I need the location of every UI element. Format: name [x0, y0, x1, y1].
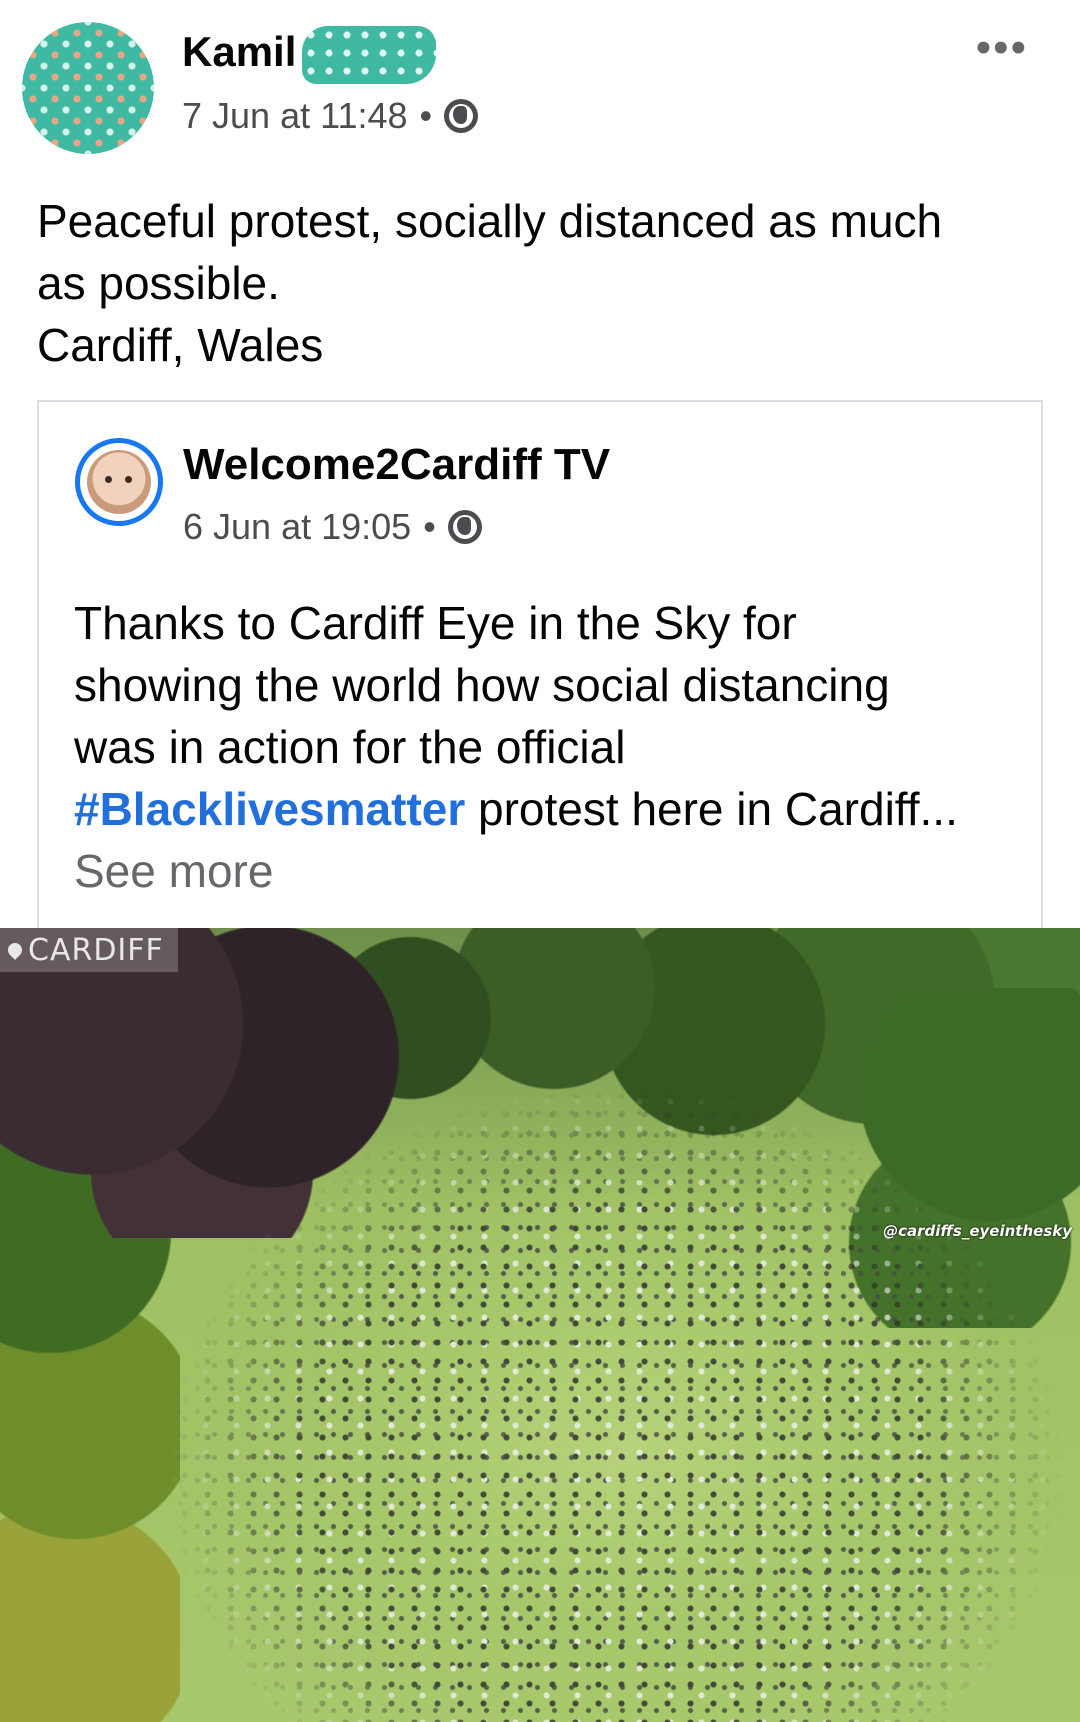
globe-icon: [444, 99, 479, 133]
location-tag: CARDIFF: [0, 928, 178, 972]
post-timestamp[interactable]: 7 Jun at 11:48: [182, 95, 408, 137]
shared-post-meta: 6 Jun at 19:05 •: [183, 506, 482, 548]
author-name[interactable]: Kamil: [182, 28, 296, 76]
author-avatar[interactable]: [22, 22, 154, 154]
shared-post-card[interactable]: Welcome2Cardiff TV 6 Jun at 19:05 • Than…: [37, 400, 1043, 930]
post-text-line: as possible.: [37, 257, 280, 309]
shared-text-line: #Blacklivesmatter protest here in Cardif…: [74, 778, 1034, 840]
shared-author-avatar[interactable]: [75, 438, 163, 526]
more-options-icon[interactable]: •••: [976, 26, 1028, 70]
meta-separator: •: [419, 95, 433, 136]
post-text-line: Peaceful protest, socially distanced as …: [37, 195, 943, 247]
shared-text-line: was in action for the official: [74, 721, 626, 773]
location-label: CARDIFF: [28, 932, 164, 968]
shared-text-rest: protest here in Cardiff...: [465, 783, 958, 835]
crowd: [150, 1048, 1080, 1722]
location-pin-icon: [5, 940, 25, 960]
hashtag-link[interactable]: #Blacklivesmatter: [74, 783, 465, 835]
avatar-face: [87, 450, 151, 514]
post-meta: 7 Jun at 11:48 •: [182, 95, 479, 137]
post-text: Peaceful protest, socially distanced as …: [37, 190, 1037, 376]
globe-icon: [447, 510, 482, 544]
avatar-pattern: [22, 22, 154, 154]
photo-credit: @cardiffs_eyeinthesky: [883, 1222, 1072, 1240]
shared-text-line: showing the world how social distancing: [74, 659, 890, 711]
shared-author-name[interactable]: Welcome2Cardiff TV: [183, 440, 610, 490]
redaction-scribble: [302, 26, 436, 84]
meta-separator: •: [423, 506, 436, 547]
shared-post-text: Thanks to Cardiff Eye in the Sky for sho…: [74, 592, 1034, 902]
shared-text-line: Thanks to Cardiff Eye in the Sky for: [74, 597, 797, 649]
shared-timestamp[interactable]: 6 Jun at 19:05: [183, 506, 411, 548]
see-more-link[interactable]: See more: [74, 840, 1034, 902]
post-text-line: Cardiff, Wales: [37, 319, 324, 371]
aerial-photo[interactable]: CARDIFF @cardiffs_eyeinthesky: [0, 928, 1080, 1722]
